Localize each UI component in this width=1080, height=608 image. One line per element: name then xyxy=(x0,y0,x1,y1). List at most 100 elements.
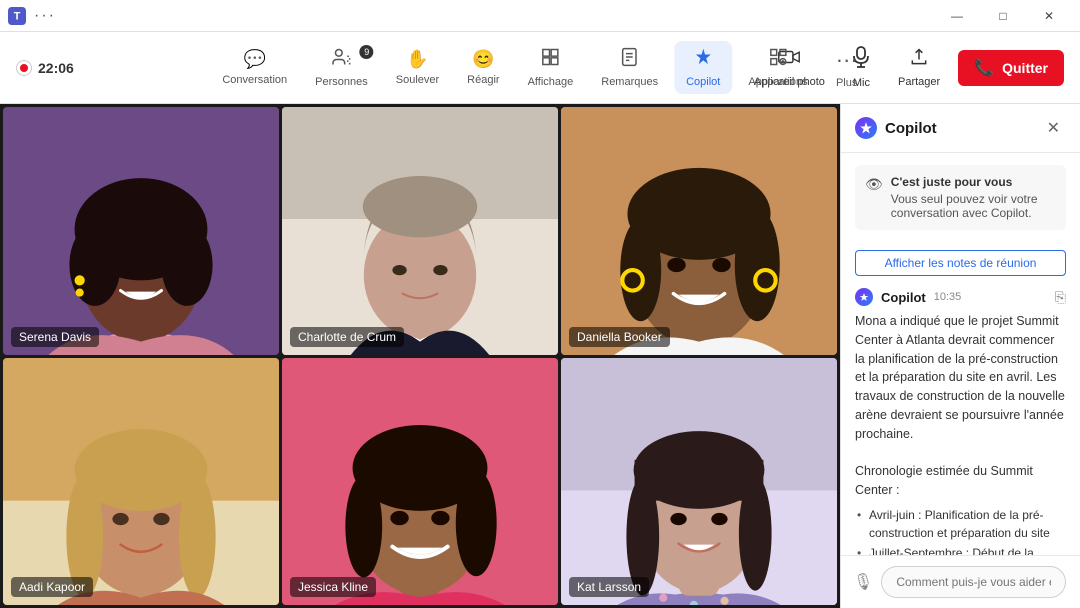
privacy-icon: 👁 xyxy=(865,176,883,220)
close-button[interactable]: ✕ xyxy=(1026,0,1072,32)
record-dot xyxy=(20,64,28,72)
plus-button[interactable]: ··· Plus xyxy=(824,41,870,95)
conversation-button[interactable]: 💬 Conversation xyxy=(210,43,299,92)
share-button[interactable]: Partager xyxy=(888,41,950,94)
share-label: Partager xyxy=(898,76,940,88)
portrait-daniella xyxy=(561,107,837,355)
copilot-label: Copilot xyxy=(686,76,720,88)
affichage-button[interactable]: Affichage xyxy=(516,41,586,94)
timeline-heading: Chronologie estimée du Summit Center : xyxy=(855,464,1033,497)
portrait-kat xyxy=(561,358,837,606)
soulever-button[interactable]: ✋ Soulever xyxy=(384,43,451,92)
name-tag-aadi: Aadi Kapoor xyxy=(11,577,93,597)
video-bg-jessica xyxy=(282,358,558,606)
copilot-body: 👁 C'est juste pour vous Vous seul pouvez… xyxy=(841,153,1080,555)
video-grid: Serena Davis xyxy=(0,104,840,608)
message-header: Copilot 10:35 ⎘ xyxy=(855,288,1066,306)
copilot-header: Copilot ✕ xyxy=(841,104,1080,153)
record-icon xyxy=(16,60,32,76)
copy-icon[interactable]: ⎘ xyxy=(1055,289,1066,306)
reagir-icon: 😊 xyxy=(472,49,494,70)
svg-text:T: T xyxy=(14,10,21,22)
affichage-icon xyxy=(540,47,560,72)
main-content: Serena Davis xyxy=(0,104,1080,608)
toolbar-center: 💬 Conversation 9 Personnes ✋ Soulever 😊 … xyxy=(210,41,869,95)
name-tag-serena: Serena Davis xyxy=(11,327,99,347)
recording-indicator: 22:06 xyxy=(16,60,74,76)
video-cell-jessica: Jessica Kline xyxy=(282,358,558,606)
personnes-label: Personnes xyxy=(315,76,368,88)
video-cell-daniella: Daniella Booker xyxy=(561,107,837,355)
toolbar-left: 22:06 xyxy=(16,60,74,76)
soulever-icon: ✋ xyxy=(406,49,428,70)
personnes-badge: 9 xyxy=(360,45,374,59)
reagir-label: Réagir xyxy=(467,74,499,86)
affichage-label: Affichage xyxy=(528,76,574,88)
toolbar: 22:06 💬 Conversation 9 Personnes ✋ Soule… xyxy=(0,32,1080,104)
copilot-panel: Copilot ✕ 👁 C'est juste pour vous Vous s… xyxy=(840,104,1080,608)
copilot-title-text: Copilot xyxy=(885,120,937,137)
name-tag-daniella: Daniella Booker xyxy=(569,327,670,347)
list-item: Avril-juin : Planification de la pré-con… xyxy=(855,506,1066,542)
privacy-heading: C'est juste pour vous xyxy=(891,175,1056,189)
video-bg-daniella xyxy=(561,107,837,355)
portrait-charlotte xyxy=(282,107,558,355)
video-bg-charlotte xyxy=(282,107,558,355)
phone-icon: 📞 xyxy=(974,58,994,78)
portrait-aadi xyxy=(3,358,279,606)
privacy-text: C'est juste pour vous Vous seul pouvez v… xyxy=(891,175,1056,220)
video-cell-kat: Kat Larsson xyxy=(561,358,837,606)
soulever-label: Soulever xyxy=(396,74,439,86)
recording-time: 22:06 xyxy=(38,60,74,76)
maximize-button[interactable]: □ xyxy=(980,0,1026,32)
list-item: Juillet-Septembre : Début de la construc… xyxy=(855,544,1066,556)
title-bar-more[interactable]: ··· xyxy=(34,7,56,25)
video-bg-aadi xyxy=(3,358,279,606)
copilot-title: Copilot xyxy=(855,117,937,139)
timeline-list: Avril-juin : Planification de la pré-con… xyxy=(855,506,1066,556)
privacy-notice: 👁 C'est juste pour vous Vous seul pouvez… xyxy=(855,165,1066,230)
name-tag-charlotte: Charlotte de Crum xyxy=(290,327,404,347)
video-cell-aadi: Aadi Kapoor xyxy=(3,358,279,606)
message-sender-logo xyxy=(855,288,873,306)
privacy-body: Vous seul pouvez voir votre conversation… xyxy=(891,192,1038,220)
leave-button[interactable]: 📞 Quitter xyxy=(958,50,1064,86)
plus-icon: ··· xyxy=(836,47,858,73)
leave-label: Quitter xyxy=(1002,60,1048,76)
applications-label: Applications xyxy=(748,76,807,88)
personnes-icon xyxy=(331,47,351,72)
video-cell-serena: Serena Davis xyxy=(3,107,279,355)
applications-button[interactable]: Applications xyxy=(736,41,819,94)
name-tag-kat: Kat Larsson xyxy=(569,577,649,597)
portrait-jessica xyxy=(282,358,558,606)
copilot-close-button[interactable]: ✕ xyxy=(1041,116,1066,140)
message-body-text: Mona a indiqué que le projet Summit Cent… xyxy=(855,314,1065,441)
mic-input-icon[interactable]: 🎙 xyxy=(853,572,873,592)
conversation-icon: 💬 xyxy=(244,49,266,70)
minimize-button[interactable]: — xyxy=(934,0,980,32)
personnes-button[interactable]: 9 Personnes xyxy=(303,41,380,94)
show-notes-button[interactable]: Afficher les notes de réunion xyxy=(855,250,1066,276)
copilot-message: Copilot 10:35 ⎘ Mona a indiqué que le pr… xyxy=(855,288,1066,555)
remarques-button[interactable]: Remarques xyxy=(589,41,670,94)
copilot-logo-icon xyxy=(855,117,877,139)
message-body: Mona a indiqué que le projet Summit Cent… xyxy=(855,312,1066,555)
message-time: 10:35 xyxy=(934,291,962,303)
name-tag-jessica: Jessica Kline xyxy=(290,577,376,597)
remarques-icon xyxy=(620,47,640,72)
conversation-label: Conversation xyxy=(222,74,287,86)
reagir-button[interactable]: 😊 Réagir xyxy=(455,43,511,92)
share-icon xyxy=(909,47,929,72)
send-button[interactable]: ➤ xyxy=(1074,568,1080,596)
title-bar: T ··· — □ ✕ xyxy=(0,0,1080,32)
copilot-icon xyxy=(693,47,713,72)
plus-label: Plus xyxy=(836,77,857,89)
teams-logo: T xyxy=(8,7,26,25)
copilot-footer: 🎙 ➤ xyxy=(841,555,1080,608)
teams-logo-icon: T xyxy=(8,7,26,25)
copilot-button[interactable]: Copilot xyxy=(674,41,732,94)
remarques-label: Remarques xyxy=(601,76,658,88)
message-sender-name: Copilot xyxy=(881,290,926,305)
copilot-input[interactable] xyxy=(881,566,1066,598)
video-bg-kat xyxy=(561,358,837,606)
